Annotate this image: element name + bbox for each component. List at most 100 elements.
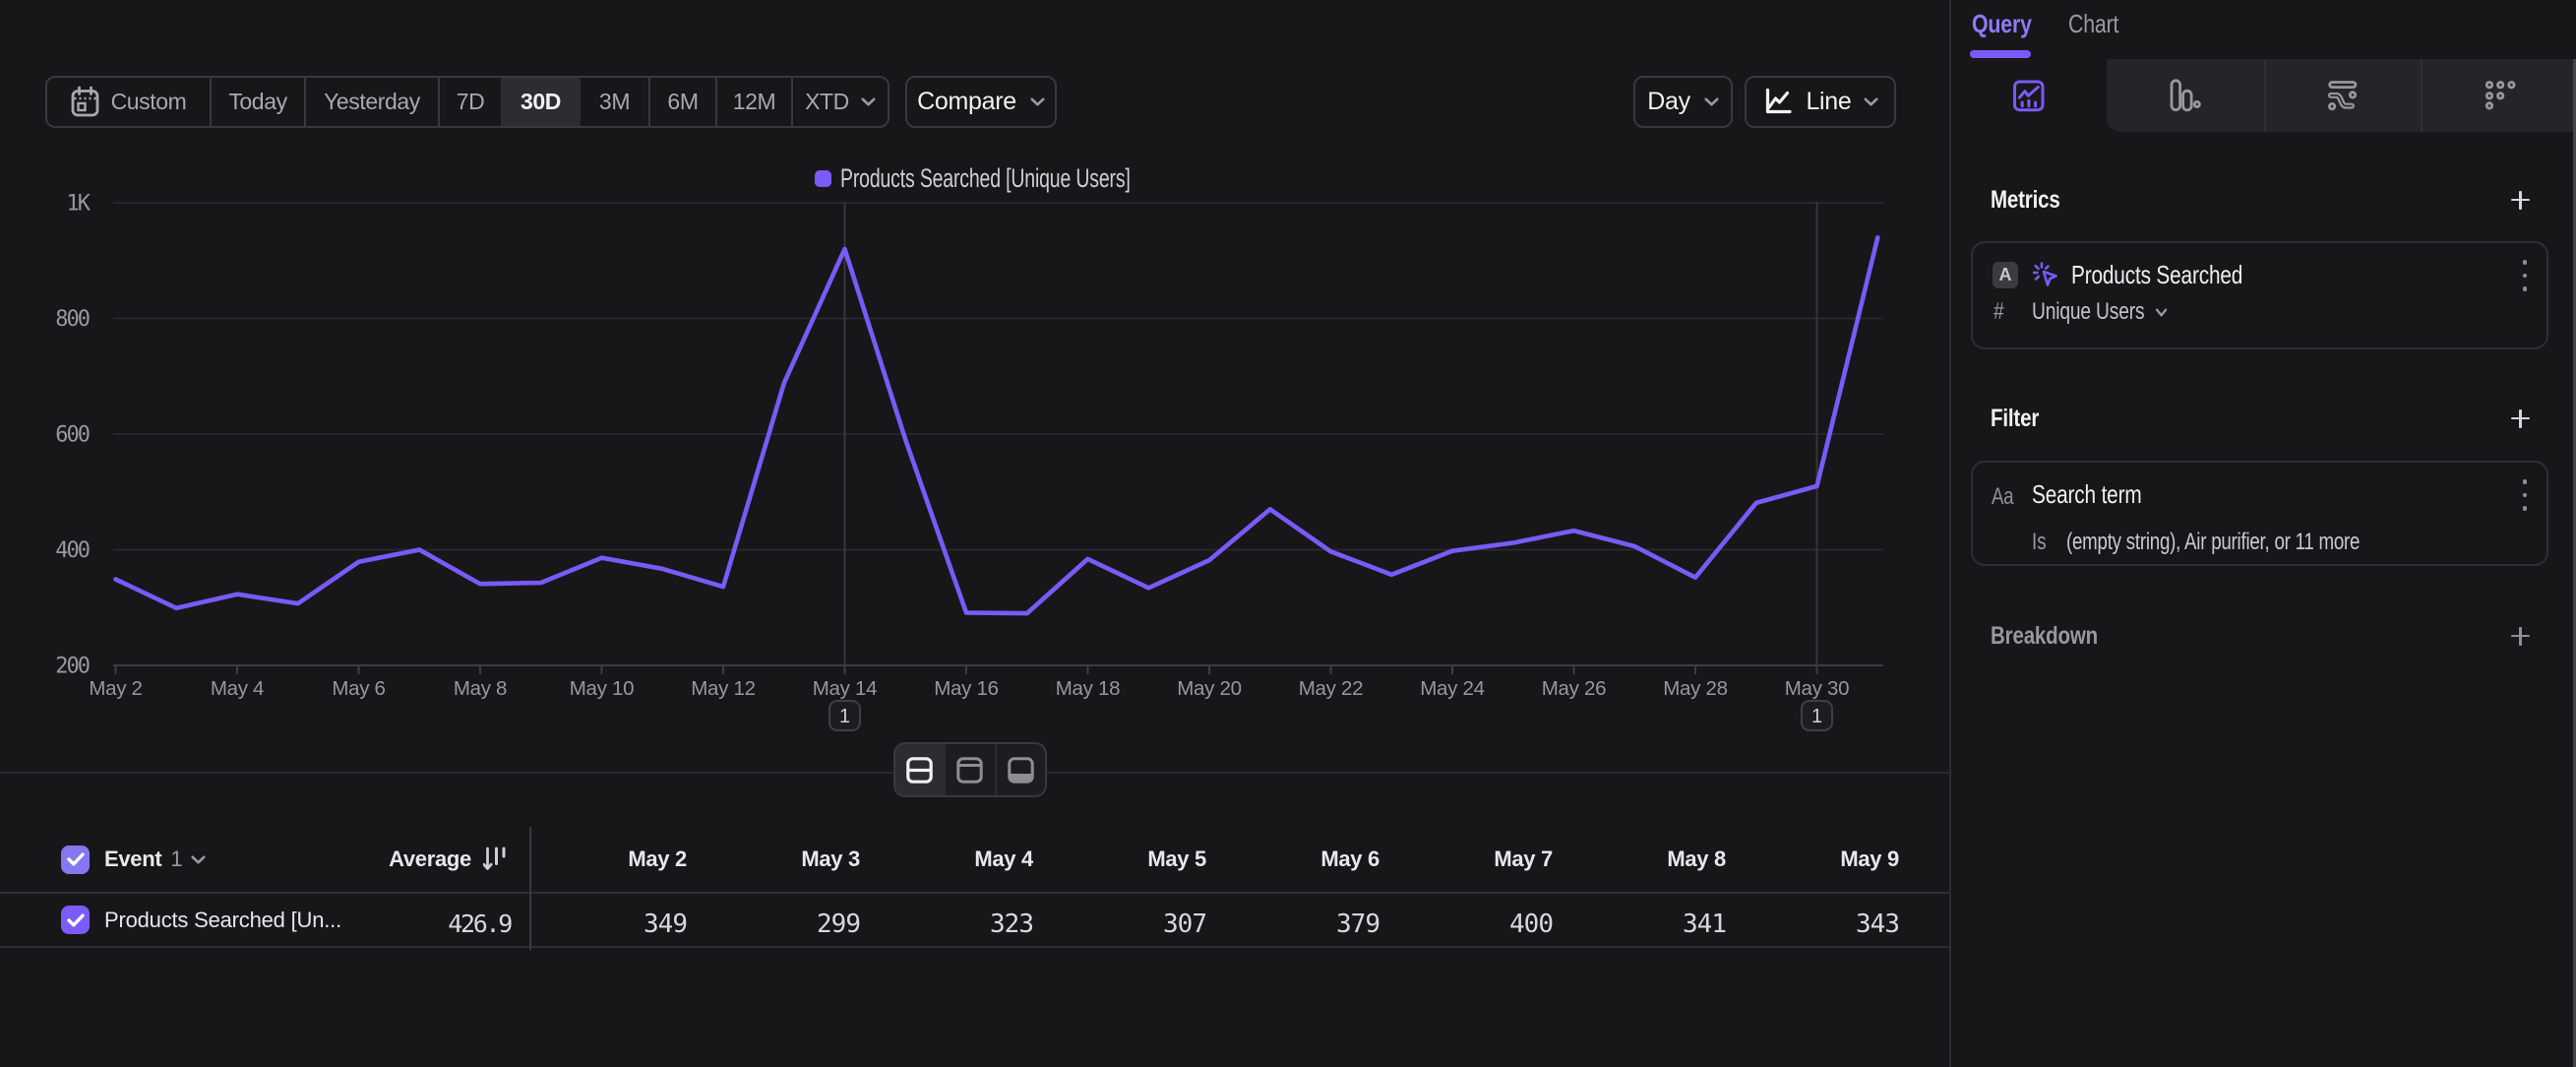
table-header-left: Event 1 Average: [0, 827, 529, 892]
line-chart[interactable]: 1K800600400200May 2May 4May 6May 8May 10…: [0, 0, 1949, 778]
query-builder-panel: Query Chart: [1949, 0, 2576, 1067]
y-axis-label: 1K: [67, 192, 92, 217]
x-axis-label: May 10: [570, 677, 634, 700]
add-breakdown-button[interactable]: [2511, 627, 2530, 646]
chevron-down-icon: [191, 855, 206, 864]
metric-card[interactable]: A Products Searched # Unique Users: [1971, 241, 2548, 349]
row-series-label: Products Searched [Un...: [104, 908, 341, 933]
insights-icon: [1951, 59, 2108, 132]
table-date-header[interactable]: May 5: [1049, 827, 1222, 892]
table-cell: 400: [1395, 894, 1568, 946]
table-date-header[interactable]: May 4: [876, 827, 1049, 892]
tab-query[interactable]: Query: [1972, 9, 2032, 39]
x-axis-label: May 12: [691, 677, 755, 700]
table-date-headers: May 2 May 3 May 4 May 5 May 6 May 7 May 8 May 9: [529, 827, 1915, 892]
metrics-section-header: Metrics: [1991, 184, 2546, 216]
layout-chart-only-button[interactable]: [944, 744, 994, 795]
table-date-header[interactable]: May 7: [1395, 827, 1568, 892]
table-row-values: 349299323307379400341343: [529, 894, 1915, 946]
metric-name: Products Searched: [2071, 260, 2242, 290]
layout-split-button[interactable]: [895, 744, 944, 795]
tab-divider: [2421, 59, 2423, 132]
row-average-value: 426.9: [448, 910, 511, 938]
event-count: 1: [170, 847, 182, 872]
layout-table-only-button[interactable]: [995, 744, 1045, 795]
x-axis-label: May 8: [454, 677, 507, 700]
breakdown-table: Event 1 Average May 2May 3May 4May 5May …: [0, 827, 1949, 948]
x-axis-label: May 16: [934, 677, 998, 700]
filter-options-kebab-icon[interactable]: [2507, 473, 2543, 517]
tab-divider: [2264, 59, 2266, 132]
tab-flows[interactable]: [2264, 59, 2421, 132]
add-metric-button[interactable]: [2511, 191, 2530, 210]
measurement-dropdown[interactable]: Unique Users: [2032, 298, 2168, 326]
metric-options-kebab-icon[interactable]: [2507, 254, 2543, 297]
date-header-label: May 4: [974, 847, 1033, 872]
table-cell: 343: [1742, 894, 1915, 946]
average-column-header[interactable]: Average: [389, 847, 506, 872]
tab-insights[interactable]: [1951, 59, 2108, 132]
tab-chart[interactable]: Chart: [2068, 9, 2118, 39]
row-checkbox[interactable]: [61, 906, 90, 934]
active-tab-underline: [1970, 50, 2031, 58]
date-header-label: May 6: [1320, 847, 1380, 872]
cell-value: 349: [644, 910, 687, 939]
cell-value: 343: [1856, 910, 1899, 939]
y-axis-label: 600: [55, 423, 89, 448]
string-property-icon: Aa: [1992, 483, 2013, 511]
x-axis-label: May 28: [1663, 677, 1727, 700]
report-type-tabs: [1951, 59, 2576, 132]
filter-card[interactable]: Aa Search term Is (empty string), Air pu…: [1971, 461, 2548, 566]
table-date-header[interactable]: May 8: [1568, 827, 1742, 892]
y-axis-label: 400: [55, 538, 89, 563]
x-axis-label: May 30: [1785, 677, 1849, 700]
series-line: [116, 237, 1878, 613]
table-header-row: Event 1 Average May 2May 3May 4May 5May …: [0, 827, 1949, 894]
event-icon: [2033, 262, 2060, 294]
filter-title: Filter: [1991, 405, 2039, 433]
date-header-label: May 5: [1147, 847, 1206, 872]
x-axis-label: May 18: [1056, 677, 1120, 700]
tab-funnels[interactable]: [2108, 59, 2264, 132]
x-axis-label: May 4: [211, 677, 264, 700]
cell-value: 323: [990, 910, 1033, 939]
x-axis-label: May 14: [813, 677, 877, 700]
event-column-header[interactable]: Event 1: [104, 847, 206, 872]
table-date-header[interactable]: May 9: [1742, 827, 1915, 892]
table-cell: 379: [1222, 894, 1395, 946]
x-axis-label: May 24: [1420, 677, 1484, 700]
annotation-badge[interactable]: 1: [839, 706, 850, 727]
sort-descending-icon: [483, 847, 506, 872]
annotation-badge[interactable]: 1: [1811, 706, 1822, 727]
x-axis-label: May 6: [332, 677, 385, 700]
average-label: Average: [389, 847, 471, 872]
date-header-label: May 3: [801, 847, 860, 872]
report-main-area: CustomTodayYesterday7D30D3M6M12MXTD Comp…: [0, 0, 1949, 1067]
funnels-icon: [2108, 59, 2264, 132]
add-filter-button[interactable]: [2511, 409, 2530, 428]
x-axis-label: May 26: [1542, 677, 1606, 700]
filter-property-name: Search term: [2032, 479, 2142, 510]
x-axis-label: May 22: [1299, 677, 1363, 700]
metrics-title: Metrics: [1991, 186, 2060, 215]
cell-value: 379: [1336, 910, 1380, 939]
select-all-checkbox[interactable]: [61, 846, 90, 874]
date-header-label: May 8: [1667, 847, 1726, 872]
filter-operator[interactable]: Is: [2032, 529, 2047, 556]
filter-value[interactable]: (empty string), Air purifier, or 11 more: [2066, 529, 2360, 556]
insights-report-app: CustomTodayYesterday7D30D3M6M12MXTD Comp…: [0, 0, 2576, 1067]
date-header-label: May 7: [1494, 847, 1553, 872]
table-cell: 349: [529, 894, 703, 946]
table-cell: 307: [1049, 894, 1222, 946]
chevron-down-icon: [2156, 308, 2168, 317]
panel-tabs: Query Chart: [1951, 0, 2576, 59]
table-date-header[interactable]: May 3: [703, 827, 876, 892]
date-header-label: May 9: [1840, 847, 1899, 872]
table-date-header[interactable]: May 2: [529, 827, 703, 892]
tab-retention[interactable]: [2421, 59, 2576, 132]
metric-letter-badge: A: [1993, 262, 2018, 288]
flows-icon: [2264, 59, 2421, 132]
measurement-label: Unique Users: [2032, 298, 2144, 326]
measurement-hash-icon: #: [1993, 298, 2004, 326]
table-date-header[interactable]: May 6: [1222, 827, 1395, 892]
